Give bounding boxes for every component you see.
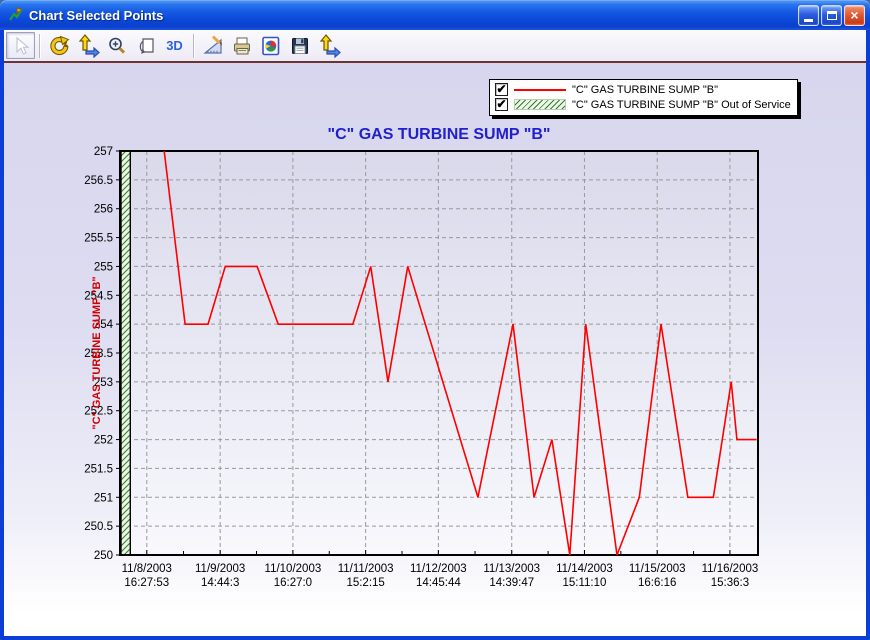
svg-text:16:27:0: 16:27:0 (274, 577, 312, 589)
y-axis-title: "C" GAS TURBINE SUMP "B" (91, 276, 103, 429)
toolbar-separator (39, 34, 40, 58)
legend-swatch-line (514, 89, 566, 91)
svg-text:15:36:3: 15:36:3 (711, 577, 749, 589)
rotate-icon (48, 35, 70, 57)
svg-text:11/12/2003: 11/12/2003 (410, 563, 467, 575)
svg-text:11/10/2003: 11/10/2003 (265, 563, 322, 575)
zoom-icon (106, 35, 128, 57)
minimize-icon (804, 19, 813, 22)
legend-label-out-of-service: "C" GAS TURBINE SUMP "B" Out of Service (572, 99, 791, 111)
gallery-icon (260, 35, 282, 57)
svg-text:250.5: 250.5 (84, 521, 113, 533)
printer-icon (231, 35, 253, 57)
export-button[interactable] (314, 32, 343, 59)
gallery-button[interactable] (256, 32, 285, 59)
chart-app-icon (7, 6, 25, 24)
svg-text:11/9/2003: 11/9/2003 (195, 563, 245, 575)
svg-text:11/13/2003: 11/13/2003 (483, 563, 540, 575)
pointer-icon (10, 35, 32, 57)
svg-text:14:44:3: 14:44:3 (201, 577, 239, 589)
svg-text:250: 250 (94, 550, 113, 562)
svg-text:257: 257 (94, 146, 113, 158)
save-button[interactable] (285, 32, 314, 59)
svg-text:256: 256 (94, 204, 113, 216)
svg-text:15:11:10: 15:11:10 (563, 577, 607, 589)
svg-text:252: 252 (94, 435, 113, 447)
out-of-service-band (121, 151, 130, 555)
svg-text:14:39:47: 14:39:47 (489, 577, 534, 589)
export-arrows-icon (317, 34, 341, 58)
legend-swatch-hatch (514, 99, 566, 110)
svg-text:11/16/2003: 11/16/2003 (702, 563, 759, 575)
print-button[interactable] (227, 32, 256, 59)
select-pointer-button[interactable] (6, 32, 35, 59)
svg-text:251: 251 (94, 492, 113, 504)
window-controls: × (798, 5, 865, 26)
legend-checkbox-out-of-service[interactable]: ✔ (495, 98, 508, 111)
design-ruler-icon (202, 35, 224, 57)
svg-text:255.5: 255.5 (84, 233, 113, 245)
paging-button[interactable] (131, 32, 160, 59)
close-icon: × (850, 8, 858, 22)
chart-title: "C" GAS TURBINE SUMP "B" (328, 126, 551, 143)
svg-text:16:27:53: 16:27:53 (124, 577, 169, 589)
minimize-button[interactable] (798, 5, 819, 26)
3d-label: 3D (166, 38, 183, 53)
legend-label-series: "C" GAS TURBINE SUMP "B" (572, 84, 718, 96)
rotate-button[interactable] (44, 32, 73, 59)
move-button[interactable] (73, 32, 102, 59)
title-bar[interactable]: Chart Selected Points × (0, 0, 870, 30)
legend-item-series: ✔ "C" GAS TURBINE SUMP "B" (495, 82, 791, 97)
close-button[interactable]: × (844, 5, 865, 26)
paging-icon (135, 35, 157, 57)
svg-text:255: 255 (94, 261, 113, 273)
toolbar: 3D (4, 30, 866, 63)
svg-text:251.5: 251.5 (84, 463, 113, 475)
svg-text:14:45:44: 14:45:44 (416, 577, 461, 589)
chart-plot: 257256.5256255.5255254.5254253.5253252.5… (4, 63, 866, 608)
window-title: Chart Selected Points (29, 8, 798, 23)
svg-text:11/15/2003: 11/15/2003 (629, 563, 686, 575)
maximize-button[interactable] (821, 5, 842, 26)
save-icon (289, 35, 311, 57)
legend-item-out-of-service: ✔ "C" GAS TURBINE SUMP "B" Out of Servic… (495, 97, 791, 112)
svg-text:16:6:16: 16:6:16 (638, 577, 676, 589)
legend: ✔ "C" GAS TURBINE SUMP "B" ✔ "C" GAS TUR… (489, 79, 798, 116)
zoom-button[interactable] (102, 32, 131, 59)
3d-button[interactable]: 3D (160, 32, 189, 59)
design-button[interactable] (198, 32, 227, 59)
svg-text:15:2:15: 15:2:15 (346, 577, 384, 589)
svg-text:11/14/2003: 11/14/2003 (556, 563, 613, 575)
window: Chart Selected Points × (0, 0, 870, 640)
toolbar-separator (193, 34, 194, 58)
maximize-icon (827, 11, 837, 20)
svg-text:11/11/2003: 11/11/2003 (338, 563, 394, 575)
move-icon (76, 34, 100, 58)
chart-area: 257256.5256255.5255254.5254253.5253252.5… (4, 63, 866, 636)
legend-checkbox-series[interactable]: ✔ (495, 83, 508, 96)
svg-text:11/8/2003: 11/8/2003 (122, 563, 172, 575)
svg-text:256.5: 256.5 (84, 175, 113, 187)
